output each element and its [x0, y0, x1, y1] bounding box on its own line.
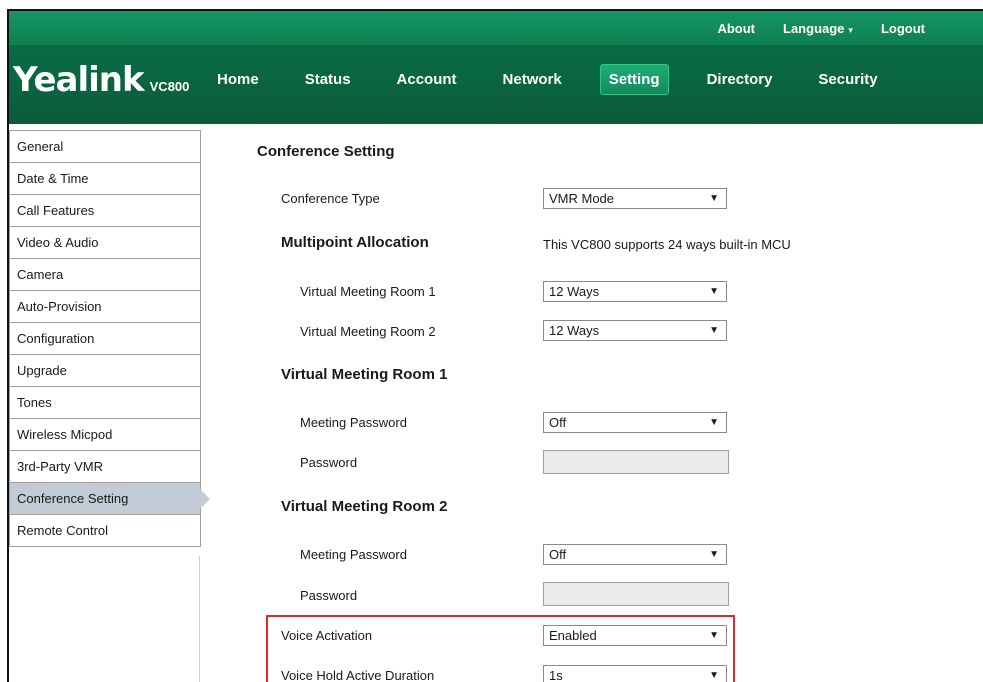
- chevron-down-icon: ▼: [709, 286, 719, 297]
- vmr1-password-field[interactable]: [543, 450, 729, 474]
- sidebar-item-tones[interactable]: Tones: [9, 387, 201, 419]
- logout-link[interactable]: Logout: [881, 21, 925, 36]
- voice-hold-label: Voice Hold Active Duration: [281, 668, 435, 682]
- main-nav: Yealink VC800 Home Status Account Networ…: [9, 45, 983, 124]
- sidebar-item-date-time[interactable]: Date & Time: [9, 163, 201, 195]
- page-title: Conference Setting: [257, 143, 395, 160]
- nav-tabs: Home Status Account Network Setting Dire…: [209, 62, 916, 96]
- vmr1-ways-label: Virtual Meeting Room 1: [300, 284, 436, 299]
- sidebar-item-call-features[interactable]: Call Features: [9, 195, 201, 227]
- chevron-down-icon: ▼: [709, 417, 719, 428]
- vmr2-password-field[interactable]: [543, 582, 729, 606]
- mcu-note: This VC800 supports 24 ways built-in MCU: [543, 237, 791, 252]
- multipoint-allocation-title: Multipoint Allocation: [281, 234, 429, 251]
- tab-status[interactable]: Status: [297, 65, 359, 94]
- vmr2-meeting-password-label: Meeting Password: [300, 547, 407, 562]
- language-menu[interactable]: Language ▾: [783, 21, 853, 36]
- yealink-logo: Yealink VC800: [13, 60, 189, 100]
- sidebar-item-remote-control[interactable]: Remote Control: [9, 515, 201, 547]
- vmr1-meeting-password-select[interactable]: Off ▼: [543, 412, 727, 433]
- logo-model: VC800: [149, 79, 190, 94]
- chevron-down-icon: ▼: [709, 630, 719, 641]
- caret-down-icon: ▾: [848, 24, 853, 35]
- vmr2-ways-value: 12 Ways: [549, 323, 600, 338]
- voice-activation-value: Enabled: [549, 628, 597, 643]
- vmr2-meeting-password-select[interactable]: Off ▼: [543, 544, 727, 565]
- about-link[interactable]: About: [717, 21, 755, 36]
- sidebar-item-auto-provision[interactable]: Auto-Provision: [9, 291, 201, 323]
- chevron-down-icon: ▼: [709, 325, 719, 336]
- tab-home[interactable]: Home: [209, 65, 267, 94]
- sidebar-item-upgrade[interactable]: Upgrade: [9, 355, 201, 387]
- tab-directory[interactable]: Directory: [699, 65, 781, 94]
- top-links: About Language ▾ Logout: [717, 11, 983, 45]
- logo-name: Yealink: [13, 60, 145, 100]
- chevron-down-icon: ▼: [709, 549, 719, 560]
- page-frame: About Language ▾ Logout Yealink VC800 Hom…: [7, 9, 983, 682]
- tab-setting[interactable]: Setting: [599, 63, 669, 95]
- top-bar: About Language ▾ Logout: [9, 11, 983, 45]
- sidebar-item-camera[interactable]: Camera: [9, 259, 201, 291]
- vmr1-meeting-password-value: Off: [549, 415, 567, 430]
- vmr1-ways-value: 12 Ways: [549, 284, 600, 299]
- vmr2-meeting-password-value: Off: [549, 547, 567, 562]
- sidebar: General Date & Time Call Features Video …: [9, 130, 210, 547]
- vmr1-section-title: Virtual Meeting Room 1: [281, 366, 448, 383]
- vmr1-meeting-password-label: Meeting Password: [300, 415, 407, 430]
- chevron-down-icon: ▼: [709, 670, 719, 681]
- conference-type-label: Conference Type: [281, 191, 380, 206]
- tab-network[interactable]: Network: [495, 65, 570, 94]
- vmr1-ways-select[interactable]: 12 Ways ▼: [543, 281, 727, 302]
- vmr2-ways-label: Virtual Meeting Room 2: [300, 324, 436, 339]
- voice-hold-select[interactable]: 1s ▼: [543, 665, 727, 682]
- sidebar-item-configuration[interactable]: Configuration: [9, 323, 201, 355]
- vmr2-ways-select[interactable]: 12 Ways ▼: [543, 320, 727, 341]
- language-label: Language: [783, 20, 845, 36]
- vmr2-section-title: Virtual Meeting Room 2: [281, 498, 448, 515]
- sidebar-item-conference-setting[interactable]: Conference Setting: [9, 483, 210, 515]
- conference-type-select[interactable]: VMR Mode ▼: [543, 188, 727, 209]
- sidebar-item-third-party-vmr[interactable]: 3rd-Party VMR: [9, 451, 201, 483]
- vmr1-password-label: Password: [300, 455, 358, 470]
- voice-hold-value: 1s: [549, 668, 563, 682]
- sidebar-item-wireless-micpod[interactable]: Wireless Micpod: [9, 419, 201, 451]
- sidebar-divider: [199, 556, 200, 682]
- voice-activation-select[interactable]: Enabled ▼: [543, 625, 727, 646]
- conference-type-value: VMR Mode: [549, 191, 615, 206]
- chevron-down-icon: ▼: [709, 193, 719, 204]
- tab-account[interactable]: Account: [389, 65, 465, 94]
- vmr2-password-label: Password: [300, 588, 358, 603]
- sidebar-item-general[interactable]: General: [9, 130, 201, 163]
- voice-activation-label: Voice Activation: [281, 628, 373, 643]
- tab-security[interactable]: Security: [810, 65, 885, 94]
- sidebar-item-video-audio[interactable]: Video & Audio: [9, 227, 201, 259]
